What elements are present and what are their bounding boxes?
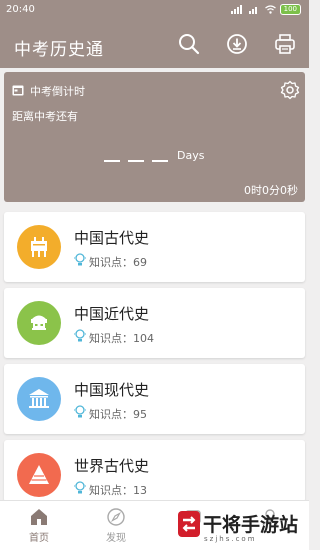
home-icon [31,509,47,525]
subject-points: 知识点：104 [89,332,154,345]
countdown-days-value [104,160,168,162]
download-icon[interactable] [226,33,248,55]
subject-card-contemporary-china[interactable]: 中国现代史 知识点：95 [4,364,305,434]
watermark-text: 干将手游站 [203,514,299,536]
subject-points: 知识点：69 [89,256,147,269]
subject-name: 中国古代史 [74,229,150,247]
lightbulb-icon [74,329,86,342]
status-icons: 100 [230,4,301,15]
tab-home[interactable]: 首页 [14,507,64,544]
app-title: 中考历史通 [14,40,104,60]
wifi-icon [264,5,276,14]
official-hat-icon [31,315,47,330]
bronze-vessel-icon [31,237,47,257]
days-label: Days [177,149,205,162]
subject-card-ancient-world[interactable]: 世界古代史 知识点：13 [4,440,305,502]
watermark: 干将手游站 szjhs.com [176,508,309,550]
countdown-heading: 中考倒计时 [30,85,85,98]
subject-name: 世界古代史 [74,457,150,475]
printer-icon[interactable] [274,33,296,55]
status-time: 20:40 [6,4,35,15]
lightbulb-icon [74,405,86,418]
status-bar: 20:40 100 [0,0,309,20]
subject-card-ancient-china[interactable]: 中国古代史 知识点：69 [4,212,305,282]
app-bar: 中考历史通 [0,20,309,68]
lightbulb-icon [74,481,86,494]
search-icon[interactable] [178,33,200,55]
building-icon [29,389,49,408]
subject-icon-circle [17,377,61,421]
subject-icon-circle [17,225,61,269]
subject-name: 中国现代史 [74,381,150,399]
watermark-url: szjhs.com [204,535,257,543]
lightbulb-icon [74,253,86,266]
gear-icon[interactable] [280,80,300,100]
countdown-subtitle: 距离中考还有 [12,110,78,123]
tab-label: 首页 [29,533,49,544]
subject-points: 知识点：95 [89,408,147,421]
subject-points: 知识点：13 [89,484,147,497]
compass-icon [107,508,125,526]
subject-icon-circle [17,301,61,345]
tab-label: 发现 [106,533,126,544]
countdown-remaining: 0时0分0秒 [244,184,298,197]
signal-icon-2 [248,7,257,14]
tab-discover[interactable]: 发现 [91,507,141,544]
watermark-logo-icon [178,511,200,537]
battery-badge: 100 [279,4,301,15]
days-dash [152,160,168,162]
days-dash [128,160,144,162]
subject-icon-circle [17,453,61,497]
subject-name: 中国近代史 [74,305,150,323]
pyramid-icon [29,465,49,484]
signal-icon [230,5,242,14]
calendar-icon [12,85,24,96]
subject-card-modern-china[interactable]: 中国近代史 知识点：104 [4,288,305,358]
days-dash [104,160,120,162]
